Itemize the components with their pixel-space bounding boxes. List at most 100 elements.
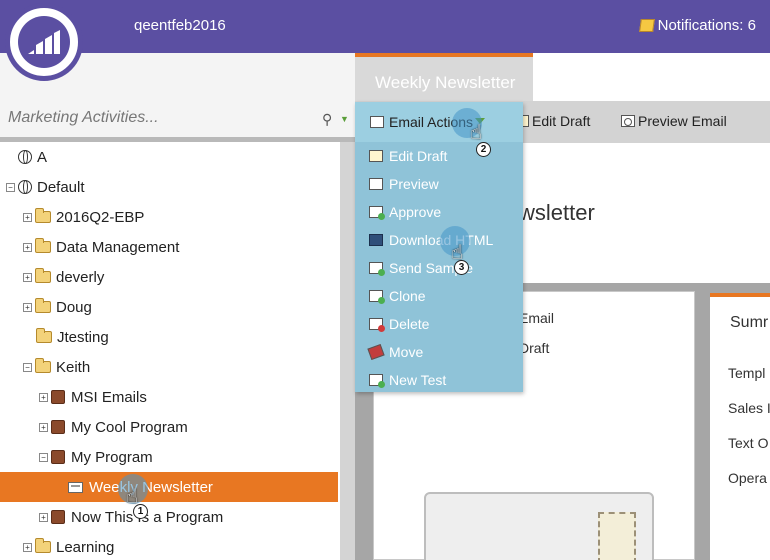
tree-item[interactable]: + 2016Q2-EBP (0, 202, 338, 232)
tree-item-label: 2016Q2-EBP (56, 208, 145, 226)
menu-item-preview[interactable]: Preview (369, 170, 519, 198)
summary-panel: Sumr Templ Sales I Text O Opera (710, 293, 770, 560)
menu-item-delete[interactable]: Delete (369, 310, 519, 338)
download-icon (369, 234, 383, 246)
tree-item[interactable]: A (0, 142, 338, 172)
tree-item-label: MSI Emails (71, 388, 147, 406)
expand-icon[interactable]: + (39, 422, 48, 432)
program-icon (51, 450, 65, 464)
menu-item-edit-draft[interactable]: Edit Draft (369, 142, 519, 170)
email-actions-button[interactable]: Email Actions (355, 102, 523, 142)
tree-item-label: deverly (56, 268, 105, 286)
filter-icon[interactable]: ⚲ (322, 111, 332, 128)
summary-title: Sumr (730, 314, 769, 331)
panel-line-draft: Draft (519, 340, 550, 356)
tree-item-label: My Cool Program (71, 418, 188, 436)
clone-icon (369, 290, 385, 304)
menu-item-label: Approve (389, 204, 442, 220)
globe-icon (18, 150, 32, 164)
expand-icon[interactable]: + (39, 392, 48, 402)
envelope-illustration (424, 492, 654, 560)
tree-item[interactable]: + Learning (0, 532, 338, 560)
menu-item-clone[interactable]: Clone (369, 282, 519, 310)
move-icon (367, 343, 385, 361)
new-test-icon (369, 374, 385, 388)
tab-label: Weekly Newsletter (375, 73, 516, 92)
tab-weekly-newsletter[interactable]: Weekly Newsletter (355, 53, 533, 101)
tree-item-label: Jtesting (57, 328, 109, 346)
marketo-logo[interactable] (5, 3, 83, 81)
tree-item-label: Learning (56, 538, 115, 556)
preview-email-label: Preview Email (638, 113, 727, 129)
folder-icon (35, 298, 51, 313)
expand-icon[interactable]: + (23, 212, 32, 222)
tree-item[interactable]: + My Cool Program (0, 412, 338, 442)
step-badge-2: 2 (476, 142, 491, 157)
notification-icon (638, 19, 655, 32)
tree-item[interactable]: + deverly (0, 262, 338, 292)
preview-icon (369, 178, 383, 190)
step-badge-3: 3 (454, 260, 469, 275)
edit-draft-label: Edit Draft (532, 113, 591, 129)
tree-item-label: Weekly Newsletter (89, 478, 213, 496)
edit-draft-button[interactable]: Edit Draft (515, 113, 590, 129)
folder-icon (36, 328, 52, 343)
collapse-icon[interactable]: − (23, 362, 32, 372)
menu-item-move[interactable]: Move (367, 338, 519, 366)
folder-icon (35, 268, 51, 283)
tree-item-label: Keith (56, 358, 91, 376)
tree-item-label: Doug (56, 298, 92, 316)
tree-item[interactable]: + Now This Is a Program (0, 502, 338, 532)
summary-row: Opera (728, 470, 767, 486)
tree-item[interactable]: + MSI Emails (0, 382, 338, 412)
tree-item[interactable]: Jtesting (0, 322, 338, 352)
logo-bars-icon (28, 30, 60, 54)
menu-item-label: Preview (389, 176, 439, 192)
program-icon (51, 420, 65, 434)
menu-item-approve[interactable]: Approve (369, 198, 519, 226)
send-sample-icon (369, 262, 385, 276)
summary-row: Sales I (728, 400, 770, 416)
folder-icon (35, 358, 51, 373)
tree-item-selected[interactable]: Weekly Newsletter (0, 472, 338, 502)
program-icon (51, 390, 65, 404)
menu-item-new-test[interactable]: New Test (369, 366, 519, 394)
tree-item[interactable]: + Doug (0, 292, 338, 322)
edit-icon (369, 150, 383, 162)
tree-item[interactable]: − My Program (0, 442, 338, 472)
page-title: wsletter (519, 200, 595, 225)
top-bar: qeentfeb2016 Notifications: 6 (0, 0, 770, 53)
step-badge-1: 1 (133, 504, 148, 519)
preview-email-button[interactable]: Preview Email (621, 113, 727, 129)
expand-icon[interactable]: + (39, 512, 48, 522)
tree-item-label: A (37, 148, 48, 166)
expand-icon[interactable]: + (23, 302, 32, 312)
collapse-icon[interactable]: − (39, 452, 48, 462)
email-actions-icon (370, 116, 384, 128)
collapse-icon[interactable]: − (6, 182, 15, 192)
tree-item-label: Data Management (56, 238, 180, 256)
username-label[interactable]: qeentfeb2016 (134, 17, 226, 34)
tree-item[interactable]: − Keith (0, 352, 338, 382)
menu-item-send-sample[interactable]: Send Sample (369, 254, 519, 282)
tree-item[interactable]: + Data Management (0, 232, 338, 262)
expand-icon[interactable]: + (23, 272, 32, 282)
filter-dropdown-icon[interactable]: ▼ (340, 114, 349, 124)
menu-item-label: Edit Draft (389, 148, 448, 164)
summary-row: Templ (728, 365, 766, 381)
marketing-activities-panel: ⚲ ▼ A − Default + 2016Q2-EBP + Data Mana… (0, 53, 355, 560)
tab-strip (533, 53, 770, 101)
notifications-link[interactable]: Notifications: 6 (638, 17, 756, 34)
tree-scrollbar[interactable] (340, 142, 355, 560)
email-icon (68, 481, 83, 493)
approve-icon (369, 206, 385, 220)
logo-inner (18, 16, 70, 68)
tree-item[interactable]: − Default (0, 172, 338, 202)
search-input[interactable] (0, 101, 320, 135)
expand-icon[interactable]: + (23, 242, 32, 252)
program-icon (51, 510, 65, 524)
menu-item-label: New Test (389, 372, 447, 388)
preview-icon (621, 115, 635, 127)
expand-icon[interactable]: + (23, 542, 32, 552)
notifications-label: Notifications: 6 (657, 17, 756, 34)
